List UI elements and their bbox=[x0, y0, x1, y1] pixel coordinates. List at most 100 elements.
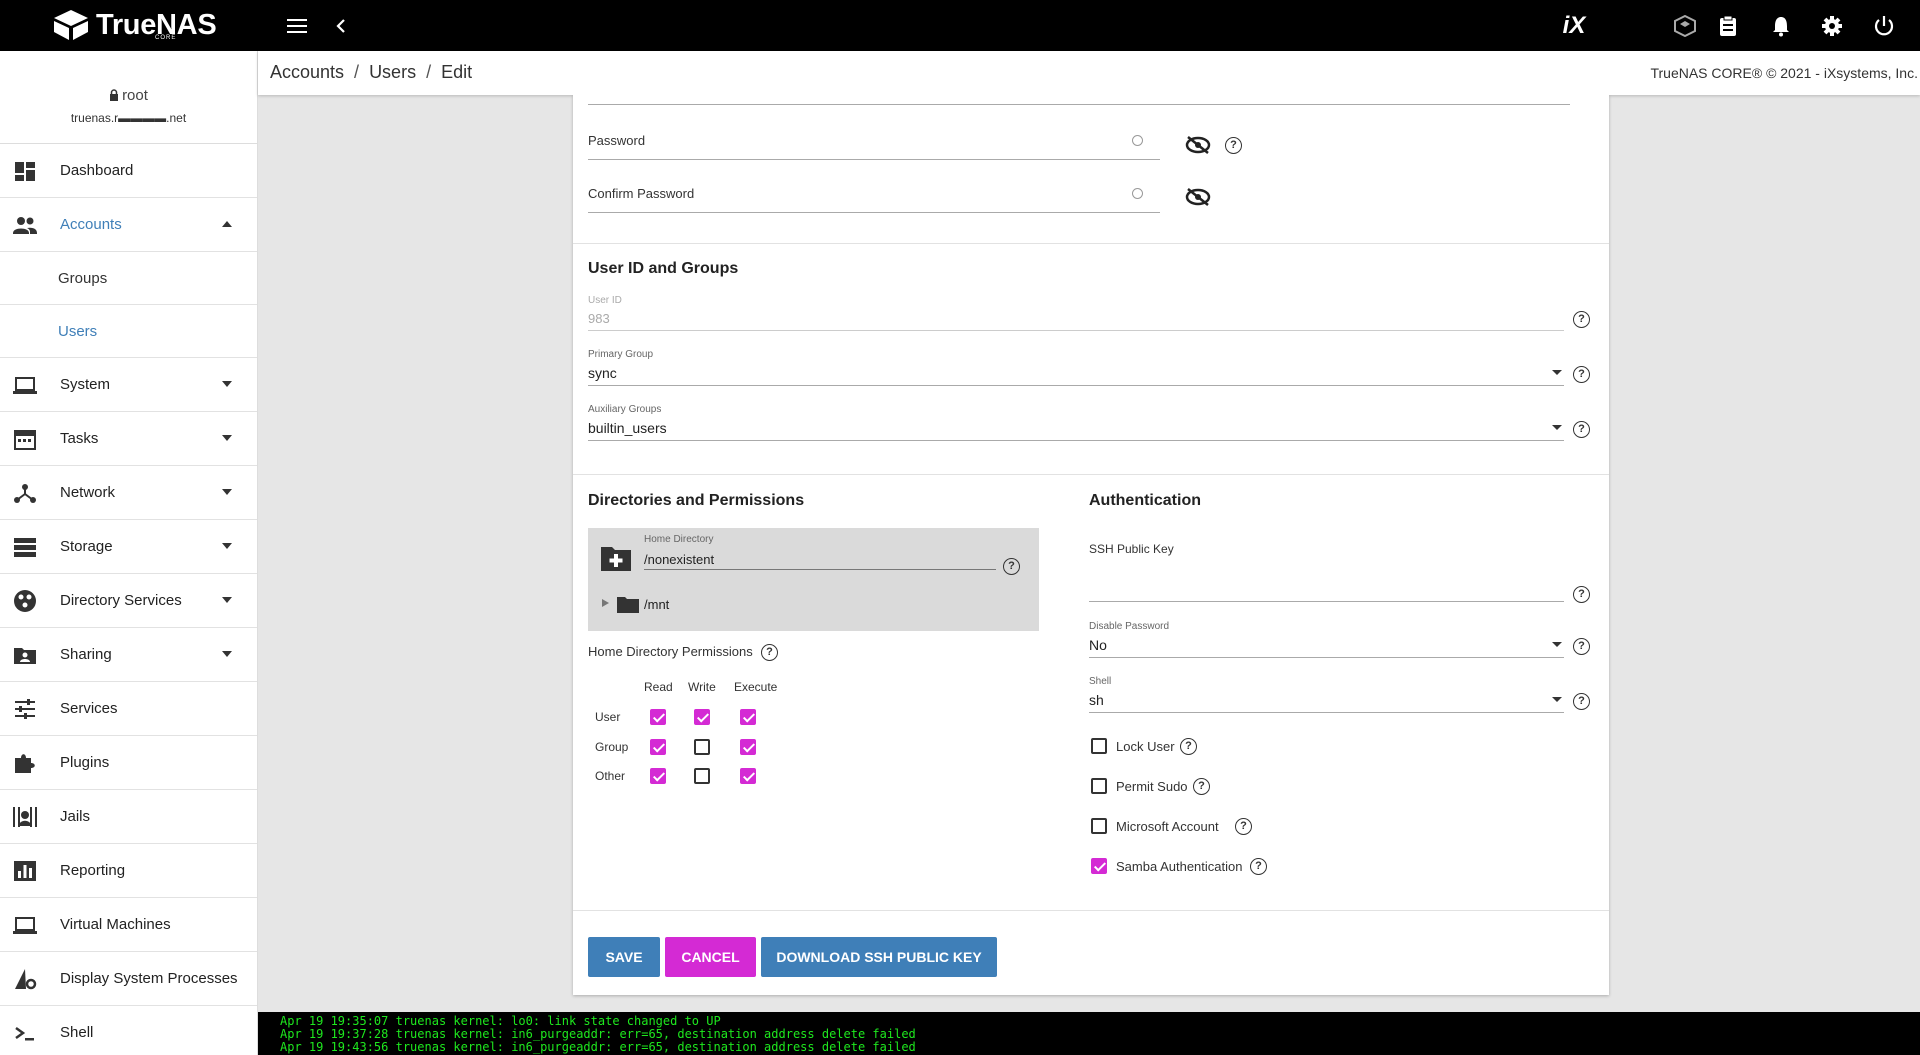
perm-col-read: Read bbox=[644, 680, 673, 694]
home-directory-input[interactable]: Home Directory /nonexistent bbox=[644, 534, 996, 570]
confirm-password-field[interactable]: Confirm Password bbox=[588, 186, 1160, 213]
permit-sudo-checkbox[interactable] bbox=[1091, 778, 1107, 794]
disable-password-value: No bbox=[1089, 637, 1107, 653]
microsoft-account-label[interactable]: Microsoft Account bbox=[1116, 819, 1219, 834]
sidebar-item-plugins[interactable]: Plugins bbox=[0, 736, 257, 790]
user-id-help-icon[interactable]: ? bbox=[1573, 311, 1590, 328]
confirm-password-generate-icon[interactable] bbox=[1132, 188, 1143, 199]
aux-groups-help-icon[interactable]: ? bbox=[1573, 421, 1590, 438]
notifications-button[interactable] bbox=[1767, 12, 1795, 40]
console-line: Apr 19 19:43:56 truenas kernel: in6_purg… bbox=[280, 1040, 916, 1054]
ssh-key-help-icon[interactable]: ? bbox=[1573, 586, 1590, 603]
samba-authentication-checkbox[interactable] bbox=[1091, 858, 1107, 874]
perm-user-read-checkbox[interactable] bbox=[650, 709, 666, 725]
password-generate-icon[interactable] bbox=[1132, 135, 1143, 146]
home-dir-permissions-help-icon[interactable]: ? bbox=[761, 644, 778, 661]
disable-password-help-icon[interactable]: ? bbox=[1573, 638, 1590, 655]
tasks-button[interactable] bbox=[1714, 12, 1742, 40]
primary-group-help-icon[interactable]: ? bbox=[1573, 366, 1590, 383]
download-ssh-key-button[interactable]: DOWNLOAD SSH PUBLIC KEY bbox=[761, 937, 997, 977]
sidebar-item-network[interactable]: Network bbox=[0, 466, 257, 520]
samba-authentication-help-icon[interactable]: ? bbox=[1250, 858, 1267, 875]
sidebar-item-system[interactable]: System bbox=[0, 358, 257, 412]
sidebar-item-display-system-processes[interactable]: Display System Processes bbox=[0, 952, 257, 1006]
lock-user-help-icon[interactable]: ? bbox=[1180, 738, 1197, 755]
samba-authentication-label[interactable]: Samba Authentication bbox=[1116, 859, 1242, 874]
perm-other-execute-checkbox[interactable] bbox=[740, 768, 756, 784]
chevron-down-icon bbox=[222, 597, 232, 603]
ssh-public-key-textarea[interactable]: SSH Public Key bbox=[1089, 542, 1564, 602]
cancel-button[interactable]: CANCEL bbox=[665, 937, 756, 977]
tree-node-mnt[interactable]: /mnt bbox=[644, 597, 669, 612]
perm-group-execute-checkbox[interactable] bbox=[740, 739, 756, 755]
permit-sudo-help-icon[interactable]: ? bbox=[1193, 778, 1210, 795]
disable-password-select[interactable]: Disable Password No bbox=[1089, 621, 1564, 658]
perm-other-read-checkbox[interactable] bbox=[650, 768, 666, 784]
sidebar-item-services[interactable]: Services bbox=[0, 682, 257, 736]
sidebar-item-virtual-machines[interactable]: Virtual Machines bbox=[0, 898, 257, 952]
sidebar-item-jails[interactable]: Jails bbox=[0, 790, 257, 844]
truenas-logo[interactable]: TrueNAS CORE bbox=[52, 8, 217, 42]
perm-other-write-checkbox[interactable] bbox=[694, 768, 710, 784]
microsoft-account-checkbox[interactable] bbox=[1091, 818, 1107, 834]
perm-group-read-checkbox[interactable] bbox=[650, 739, 666, 755]
laptop-icon bbox=[13, 917, 37, 934]
shell-select[interactable]: Shell sh bbox=[1089, 676, 1564, 713]
clipboard-icon bbox=[1720, 15, 1736, 36]
permit-sudo-label[interactable]: Permit Sudo bbox=[1116, 779, 1188, 794]
save-button[interactable]: SAVE bbox=[588, 937, 660, 977]
password-help-icon[interactable]: ? bbox=[1225, 137, 1242, 154]
breadcrumb-users[interactable]: Users bbox=[369, 62, 416, 82]
aux-groups-label: Auxiliary Groups bbox=[588, 404, 662, 415]
sidebar-subitem-groups[interactable]: Groups bbox=[0, 252, 257, 305]
sidebar-item-dashboard[interactable]: Dashboard bbox=[0, 144, 257, 198]
sidebar-item-storage[interactable]: Storage bbox=[0, 520, 257, 574]
password-field[interactable]: Password bbox=[588, 133, 1160, 160]
visibility-off-icon[interactable] bbox=[1185, 187, 1211, 207]
chevron-down-icon[interactable] bbox=[1552, 370, 1562, 375]
main-content: Password ? Confirm Password User ID and … bbox=[258, 95, 1920, 1012]
aux-groups-value: builtin_users bbox=[588, 420, 667, 436]
sidebar-item-tasks[interactable]: Tasks bbox=[0, 412, 257, 466]
create-folder-icon[interactable] bbox=[600, 544, 632, 572]
sidebar-item-label: Tasks bbox=[60, 430, 99, 447]
shell-help-icon[interactable]: ? bbox=[1573, 693, 1590, 710]
collapse-sidebar-button[interactable] bbox=[327, 12, 355, 40]
ix-systems-logo[interactable]: iX bbox=[1554, 12, 1594, 40]
lock-user-checkbox[interactable] bbox=[1091, 738, 1107, 754]
chevron-down-icon[interactable] bbox=[1552, 642, 1562, 647]
logo-sub: CORE bbox=[155, 35, 177, 41]
menu-toggle-button[interactable] bbox=[283, 12, 311, 40]
microsoft-account-help-icon[interactable]: ? bbox=[1235, 818, 1252, 835]
breadcrumb-accounts[interactable]: Accounts bbox=[270, 62, 344, 82]
perm-group-write-checkbox[interactable] bbox=[694, 739, 710, 755]
truenas-logo-icon bbox=[54, 10, 88, 40]
home-directory-help-icon[interactable]: ? bbox=[1003, 558, 1020, 575]
primary-group-select[interactable]: Primary Group sync bbox=[588, 349, 1564, 386]
perm-user-execute-checkbox[interactable] bbox=[740, 709, 756, 725]
lock-user-label[interactable]: Lock User bbox=[1116, 739, 1175, 754]
chevron-down-icon bbox=[222, 543, 232, 549]
chevron-down-icon[interactable] bbox=[1552, 697, 1562, 702]
visibility-off-icon[interactable] bbox=[1185, 135, 1211, 155]
sidebar-item-accounts[interactable]: Accounts bbox=[0, 198, 257, 252]
console-messages[interactable]: Apr 19 19:35:07 truenas kernel: lo0: lin… bbox=[258, 1012, 1920, 1055]
copyright: TrueNAS CORE® © 2021 - iXsystems, Inc. bbox=[1650, 65, 1918, 81]
truecommand-button[interactable] bbox=[1671, 12, 1699, 40]
user-id-value: 983 bbox=[588, 311, 610, 326]
chevron-down-icon[interactable] bbox=[1552, 425, 1562, 430]
perm-user-write-checkbox[interactable] bbox=[694, 709, 710, 725]
sidebar-subitem-users[interactable]: Users bbox=[0, 305, 257, 358]
user-info: root truenas.r▬▬▬▬.net bbox=[0, 51, 257, 144]
expand-arrow-icon[interactable] bbox=[602, 599, 609, 607]
auxiliary-groups-select[interactable]: Auxiliary Groups builtin_users bbox=[588, 404, 1564, 441]
power-button[interactable] bbox=[1870, 12, 1898, 40]
sidebar-item-sharing[interactable]: Sharing bbox=[0, 628, 257, 682]
sidebar-item-shell[interactable]: Shell bbox=[0, 1006, 257, 1055]
sidebar-item-reporting[interactable]: Reporting bbox=[0, 844, 257, 898]
settings-button[interactable] bbox=[1818, 12, 1846, 40]
perm-col-execute: Execute bbox=[734, 680, 778, 694]
chevron-up-icon bbox=[222, 221, 232, 227]
perm-col-write: Write bbox=[688, 680, 716, 694]
sidebar-item-directory-services[interactable]: Directory Services bbox=[0, 574, 257, 628]
